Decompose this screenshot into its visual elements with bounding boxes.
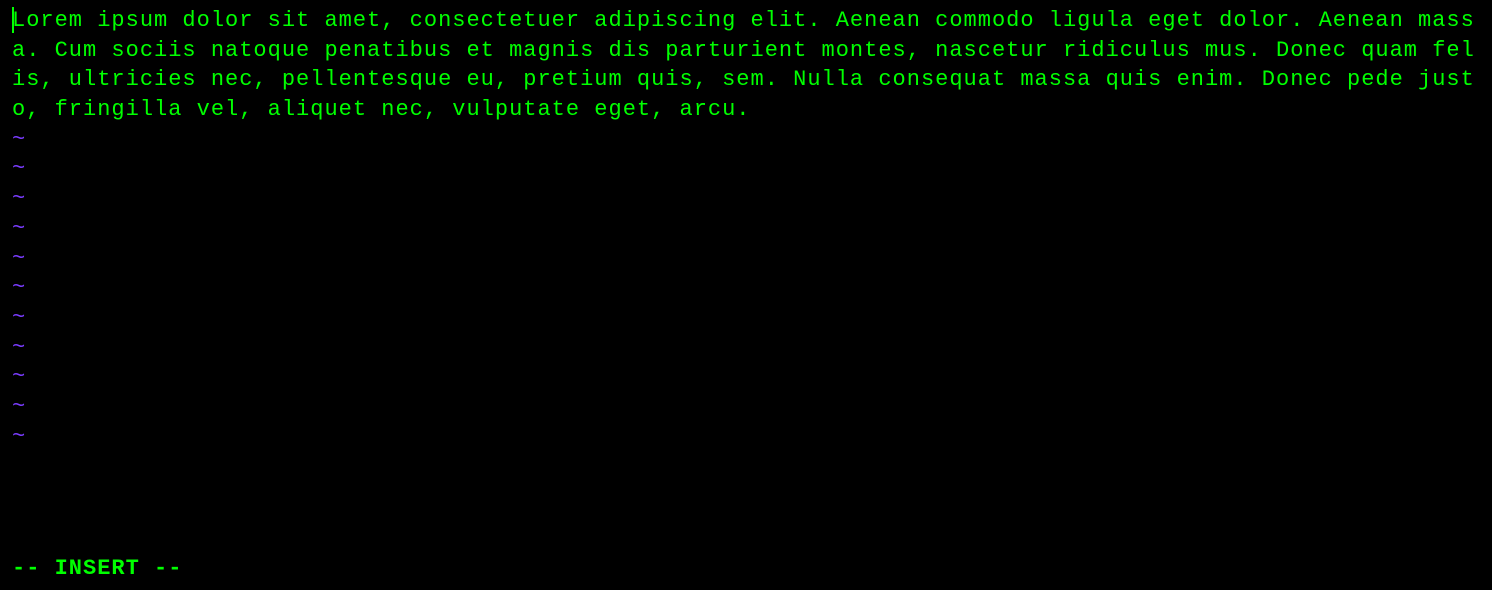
- empty-line-tilde: ~: [12, 273, 1480, 303]
- buffer-text-content[interactable]: Lorem ipsum dolor sit amet, consectetuer…: [12, 8, 1475, 122]
- empty-line-tilde: ~: [12, 244, 1480, 274]
- status-mode-indicator: -- INSERT --: [12, 554, 182, 584]
- empty-line-tilde: ~: [12, 214, 1480, 244]
- empty-line-tilde: ~: [12, 362, 1480, 392]
- empty-line-tilde: ~: [12, 184, 1480, 214]
- empty-line-tilde: ~: [12, 392, 1480, 422]
- empty-line-tilde: ~: [12, 125, 1480, 155]
- empty-line-tilde: ~: [12, 333, 1480, 363]
- empty-line-tilde: ~: [12, 422, 1480, 452]
- text-cursor: [12, 7, 14, 33]
- empty-line-tilde: ~: [12, 303, 1480, 333]
- empty-lines-container: ~~~~~~~~~~~: [12, 125, 1480, 452]
- vim-editor-area[interactable]: Lorem ipsum dolor sit amet, consectetuer…: [0, 0, 1492, 590]
- empty-line-tilde: ~: [12, 154, 1480, 184]
